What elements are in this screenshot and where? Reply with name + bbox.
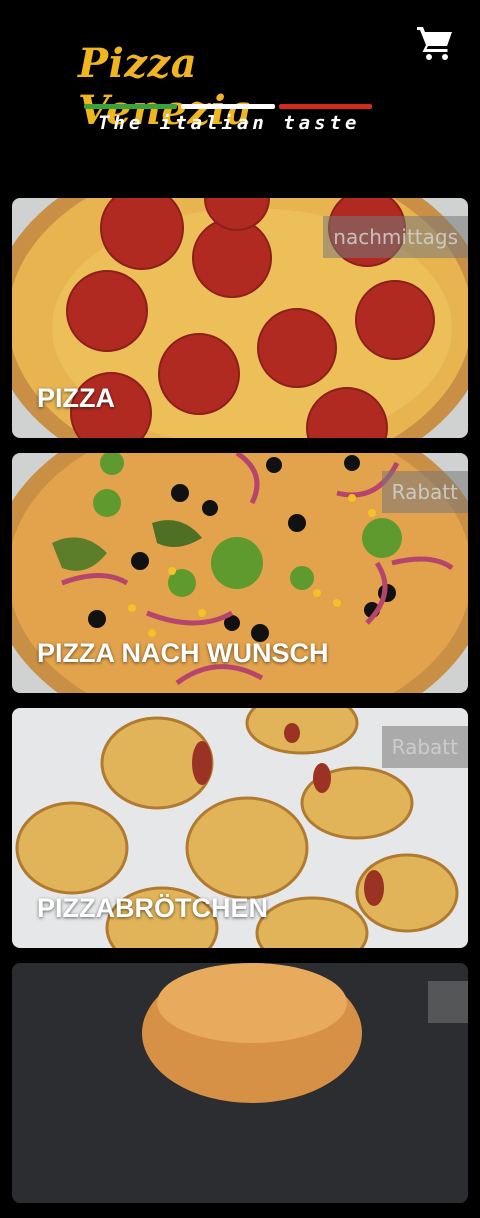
cart-button[interactable] <box>416 24 454 62</box>
category-list: nachmittags PIZZA Rabatt PIZZA NACH WUNS… <box>12 198 468 1218</box>
logo-flag-stripe <box>84 104 372 109</box>
category-badge <box>428 981 468 1023</box>
category-card-pizza-nach-wunsch[interactable]: Rabatt PIZZA NACH WUNSCH <box>12 453 468 693</box>
category-badge: Rabatt <box>381 471 468 513</box>
category-badge: Rabatt <box>381 726 468 768</box>
cart-icon <box>417 27 452 60</box>
category-label: PIZZABRÖTCHEN <box>37 893 268 923</box>
burger-image <box>12 963 468 1203</box>
category-card-pizza[interactable]: nachmittags PIZZA <box>12 198 468 438</box>
header: Pizza Venezia The italian taste <box>0 0 480 190</box>
logo-subtitle: The italian taste <box>98 112 361 134</box>
category-badge: nachmittags <box>323 216 468 258</box>
category-label: PIZZA NACH WUNSCH <box>37 638 329 668</box>
category-card-burger[interactable] <box>12 963 468 1203</box>
logo: Pizza Venezia The italian taste <box>72 40 382 140</box>
category-label: PIZZA <box>37 383 115 413</box>
category-card-pizzabroetchen[interactable]: Rabatt PIZZABRÖTCHEN <box>12 708 468 948</box>
